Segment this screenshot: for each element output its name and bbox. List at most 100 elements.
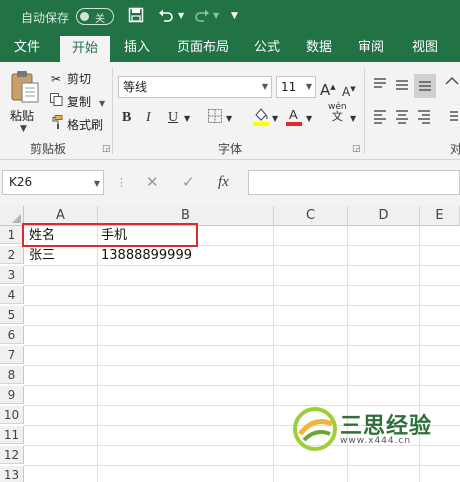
watermark-logo-icon bbox=[292, 406, 338, 452]
cut-label: 剪切 bbox=[67, 72, 92, 86]
undo-dropdown-icon[interactable]: ▼ bbox=[178, 7, 184, 25]
borders-dropdown-icon[interactable]: ▼ bbox=[226, 109, 232, 129]
ribbon-tabs: 文件 开始 插入 页面布局 公式 数据 审阅 视图 bbox=[0, 34, 460, 62]
underline-button[interactable]: U bbox=[168, 108, 178, 128]
format-painter-label: 格式刷 bbox=[67, 118, 104, 132]
row-header-10[interactable]: 10 bbox=[0, 406, 24, 424]
gridline bbox=[24, 265, 460, 266]
tab-review[interactable]: 审阅 bbox=[350, 34, 392, 62]
row-header-5[interactable]: 5 bbox=[0, 306, 24, 324]
row-header-7[interactable]: 7 bbox=[0, 346, 24, 364]
copy-dropdown-icon[interactable]: ▼ bbox=[99, 99, 105, 108]
row-header-6[interactable]: 6 bbox=[0, 326, 24, 344]
indent-icon[interactable] bbox=[444, 108, 460, 130]
chevron-down-icon: ▼ bbox=[305, 82, 312, 91]
row-header-4[interactable]: 4 bbox=[0, 286, 24, 304]
fill-color-icon[interactable] bbox=[252, 106, 270, 132]
watermark-url: www.x444.cn bbox=[340, 436, 412, 446]
formula-input[interactable] bbox=[248, 170, 460, 195]
tab-file[interactable]: 文件 bbox=[6, 34, 48, 62]
redo-icon[interactable] bbox=[194, 7, 210, 28]
font-launcher-icon[interactable]: ◲ bbox=[352, 144, 361, 154]
paste-icon[interactable] bbox=[10, 70, 40, 104]
bold-button[interactable]: B bbox=[122, 108, 131, 128]
customize-qat-icon[interactable]: ▼ bbox=[231, 7, 238, 25]
phonetic-dropdown-icon[interactable]: ▼ bbox=[350, 109, 356, 129]
name-box[interactable]: K26 ▼ bbox=[2, 170, 104, 195]
phonetic-guide-icon[interactable]: wén 文 bbox=[328, 102, 347, 123]
row-header-3[interactable]: 3 bbox=[0, 266, 24, 284]
formula-bar: K26 ▼ ⋮ ✕ ✓ fx bbox=[0, 160, 460, 206]
shrink-font-icon[interactable]: A▼ bbox=[342, 79, 356, 102]
row-header-13[interactable]: 13 bbox=[0, 466, 24, 482]
title-bar: 自动保存 关 ▼ ▼ ▼ bbox=[0, 0, 460, 34]
tab-view[interactable]: 视图 bbox=[404, 34, 446, 62]
chevron-down-icon: ▼ bbox=[261, 82, 268, 91]
borders-icon[interactable] bbox=[207, 108, 223, 130]
gridline bbox=[24, 325, 460, 326]
row-header-12[interactable]: 12 bbox=[0, 446, 24, 464]
tab-insert[interactable]: 插入 bbox=[116, 34, 158, 62]
column-header-d[interactable]: D bbox=[348, 206, 420, 226]
gridline bbox=[24, 285, 460, 286]
font-name-select[interactable]: 等线 ▼ bbox=[118, 76, 272, 98]
svg-text:A: A bbox=[289, 107, 298, 122]
align-middle-icon[interactable] bbox=[394, 76, 410, 98]
font-color-icon[interactable]: A bbox=[286, 106, 302, 132]
grow-font-icon[interactable]: A▲ bbox=[320, 77, 336, 100]
align-right-icon[interactable] bbox=[416, 108, 432, 130]
watermark: 三思经验 www.x444.cn bbox=[288, 404, 460, 460]
row-header-8[interactable]: 8 bbox=[0, 366, 24, 384]
font-group-label: 字体 bbox=[218, 142, 243, 156]
orientation-icon[interactable] bbox=[444, 76, 460, 98]
cell-b2[interactable]: 13888899999 bbox=[98, 247, 272, 265]
cut-button[interactable]: ✂ 剪切 bbox=[48, 69, 91, 89]
row-header-11[interactable]: 11 bbox=[0, 426, 24, 444]
format-painter-icon bbox=[48, 115, 64, 135]
align-center-icon[interactable] bbox=[394, 108, 410, 130]
gridline bbox=[273, 226, 274, 482]
copy-icon bbox=[48, 92, 64, 112]
column-header-c[interactable]: C bbox=[274, 206, 348, 226]
header-highlight-box bbox=[22, 223, 198, 247]
ribbon-home: 粘贴 ▼ ✂ 剪切 复制 ▼ 格式刷 剪贴板 ◲ 等线 ▼ 11 ▼ A▲ A▼ B… bbox=[0, 62, 460, 160]
enter-icon[interactable]: ✓ bbox=[182, 170, 195, 195]
group-divider bbox=[112, 68, 113, 154]
column-header-e[interactable]: E bbox=[420, 206, 460, 226]
gridline bbox=[24, 345, 460, 346]
align-bottom-icon[interactable] bbox=[414, 74, 436, 98]
align-top-icon[interactable] bbox=[372, 76, 388, 98]
align-left-icon[interactable] bbox=[372, 108, 388, 130]
underline-dropdown-icon[interactable]: ▼ bbox=[184, 109, 190, 129]
gridline bbox=[24, 385, 460, 386]
select-all-button[interactable] bbox=[0, 206, 24, 226]
insert-function-icon[interactable]: fx bbox=[218, 170, 229, 195]
paste-dropdown-icon[interactable]: ▼ bbox=[20, 124, 27, 134]
tab-page-layout[interactable]: 页面布局 bbox=[172, 34, 234, 62]
autosave-toggle[interactable]: 关 bbox=[76, 8, 114, 25]
font-size-select[interactable]: 11 ▼ bbox=[276, 76, 316, 98]
font-color-dropdown-icon[interactable]: ▼ bbox=[306, 109, 312, 129]
tab-home[interactable]: 开始 bbox=[60, 36, 110, 62]
italic-button[interactable]: I bbox=[146, 108, 151, 128]
gridline bbox=[24, 465, 460, 466]
alignment-group-label: 对 bbox=[450, 142, 460, 156]
tab-data[interactable]: 数据 bbox=[298, 34, 340, 62]
cell-a2[interactable]: 张三 bbox=[26, 247, 96, 265]
group-divider bbox=[364, 68, 365, 154]
paste-button-label[interactable]: 粘贴 bbox=[10, 107, 34, 124]
clipboard-launcher-icon[interactable]: ◲ bbox=[102, 144, 111, 154]
save-icon[interactable] bbox=[128, 7, 144, 28]
cancel-icon[interactable]: ✕ bbox=[146, 170, 159, 195]
format-painter-button[interactable]: 格式刷 bbox=[48, 115, 103, 135]
copy-button[interactable]: 复制 ▼ bbox=[48, 92, 105, 112]
font-name-value: 等线 bbox=[123, 80, 148, 94]
row-header-1[interactable]: 1 bbox=[0, 226, 24, 244]
scissors-icon: ✂ bbox=[50, 72, 62, 86]
redo-dropdown-icon[interactable]: ▼ bbox=[213, 7, 219, 25]
row-header-2[interactable]: 2 bbox=[0, 246, 24, 264]
fill-color-dropdown-icon[interactable]: ▼ bbox=[272, 109, 278, 129]
row-header-9[interactable]: 9 bbox=[0, 386, 24, 404]
tab-formulas[interactable]: 公式 bbox=[246, 34, 288, 62]
undo-icon[interactable] bbox=[158, 7, 174, 28]
